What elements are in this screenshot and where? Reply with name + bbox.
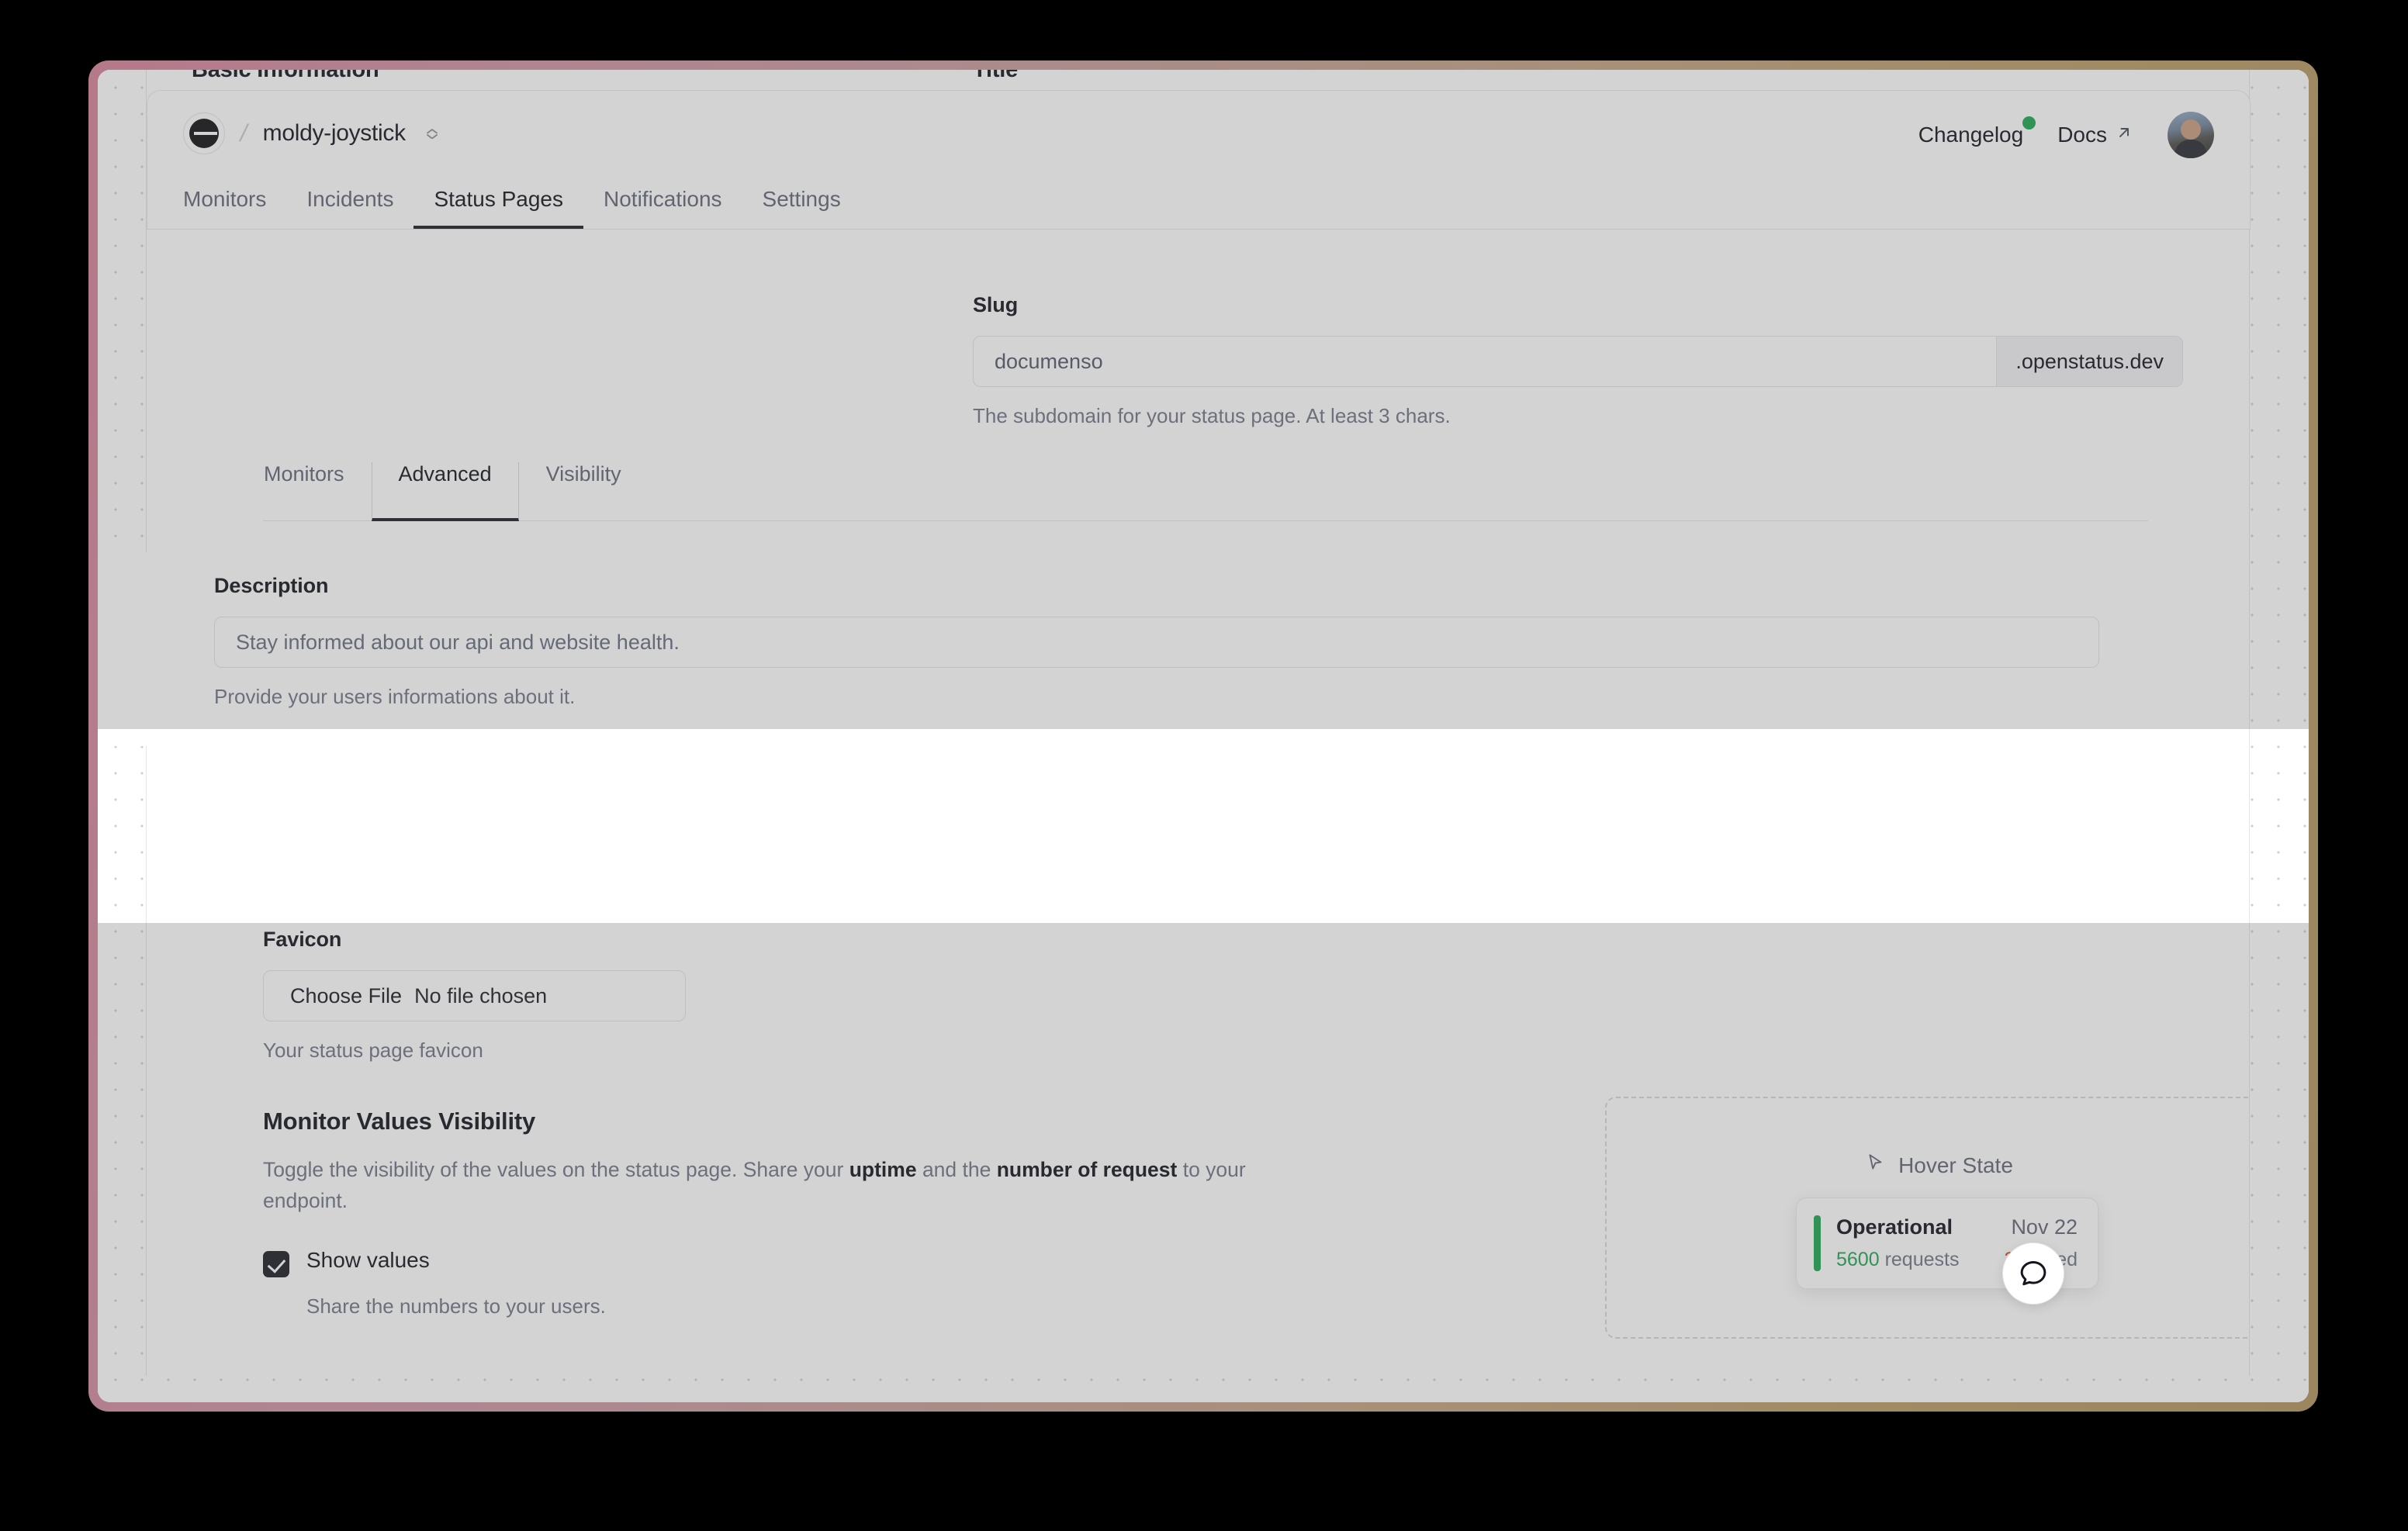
docs-label: Docs	[2057, 123, 2107, 147]
choose-file-button[interactable]: Choose File	[290, 984, 402, 1008]
show-values-checkbox[interactable]	[263, 1250, 289, 1277]
chevron-up-down-icon[interactable]	[424, 128, 440, 139]
title-label: Title	[973, 70, 1019, 82]
tab-settings[interactable]: Settings	[742, 187, 861, 229]
brand-breadcrumb: / moldy-joystick	[183, 108, 440, 159]
show-values-help-text: Share the numbers to your users.	[306, 1294, 606, 1318]
sub-tab-monitors[interactable]: Monitors	[263, 462, 372, 521]
docs-link[interactable]: Docs	[2057, 123, 2133, 147]
changelog-status-dot	[2022, 116, 2036, 130]
header-actions: Changelog Docs	[1918, 112, 2214, 158]
tooltip-status: Operational	[1836, 1215, 1953, 1239]
mvv-desc-bold-requests: number of request	[996, 1158, 1178, 1181]
tooltip-requests: 5600 requests	[1836, 1249, 1959, 1271]
mvv-desc-part2: and the	[916, 1158, 997, 1181]
monitor-values-title: Monitor Values Visibility	[263, 1108, 536, 1135]
settings-sub-tabs: Monitors Advanced Visibility	[263, 462, 2148, 521]
tooltip-requests-count: 5600	[1836, 1249, 1880, 1270]
tooltip-requests-label: requests	[1884, 1249, 1960, 1270]
page-body: Slug documenso .openstatus.dev The subdo…	[147, 230, 2249, 1376]
favicon-help-text: Your status page favicon	[263, 1039, 483, 1062]
slug-field-group: Slug documenso .openstatus.dev The subdo…	[973, 293, 2183, 428]
app-window: Basic Information Title / moldy-joystick	[98, 70, 2309, 1402]
slug-input-wrapper[interactable]: documenso .openstatus.dev	[973, 336, 2183, 387]
hover-state-preview-box: Hover State Operational Nov 22 5600 requ	[1605, 1097, 2249, 1339]
mvv-desc-bold-uptime: uptime	[849, 1158, 917, 1181]
description-input[interactable]: Stay informed about our api and website …	[214, 617, 2099, 668]
description-help-text: Provide your users informations about it…	[214, 685, 576, 708]
chat-bubble-icon[interactable]	[2002, 1242, 2064, 1305]
monitor-values-visibility-group: Monitor Values Visibility Toggle the vis…	[263, 1108, 1318, 1318]
basic-information-label: Basic Information	[192, 70, 379, 82]
sub-tab-visibility[interactable]: Visibility	[519, 462, 649, 521]
sub-tab-advanced[interactable]: Advanced	[371, 462, 519, 521]
show-values-label: Show values	[306, 1247, 430, 1272]
slug-domain-suffix: .openstatus.dev	[1996, 337, 2182, 386]
description-label: Description	[214, 574, 329, 597]
cutoff-labels-row: Basic Information Title	[147, 70, 2249, 90]
main-navigation-tabs: Monitors Incidents Status Pages Notifica…	[183, 175, 861, 229]
tooltip-date: Nov 22	[2011, 1215, 2078, 1239]
changelog-label: Changelog	[1918, 123, 2024, 147]
app-gradient-frame: Basic Information Title / moldy-joystick	[88, 60, 2318, 1412]
tab-notifications[interactable]: Notifications	[583, 187, 742, 229]
favicon-field-group: Favicon Choose File No file chosen Your …	[263, 928, 1039, 1063]
slug-help-text: The subdomain for your status page. At l…	[973, 404, 1451, 427]
arrow-up-right-icon	[2115, 123, 2133, 147]
changelog-link[interactable]: Changelog	[1918, 116, 2036, 147]
description-spotlight-band: Description Stay informed about our api …	[98, 552, 2202, 746]
tab-status-pages[interactable]: Status Pages	[413, 187, 584, 229]
file-status-text: No file chosen	[414, 983, 548, 1007]
tab-monitors[interactable]: Monitors	[163, 187, 286, 229]
breadcrumb-separator: /	[237, 119, 251, 147]
status-color-bar	[1814, 1215, 1821, 1271]
monitor-values-description: Toggle the visibility of the values on t…	[263, 1154, 1303, 1217]
app-header: / moldy-joystick Changelog Docs Monitors…	[147, 90, 2251, 230]
favicon-file-input[interactable]: Choose File No file chosen	[263, 970, 686, 1021]
openstatus-logo-icon[interactable]	[183, 112, 225, 154]
slug-label: Slug	[973, 293, 1019, 316]
hover-state-label-row: Hover State	[1607, 1153, 2249, 1178]
workspace-name[interactable]: moldy-joystick	[263, 120, 406, 147]
mvv-desc-part1: Toggle the visibility of the values on t…	[263, 1158, 849, 1181]
cursor-pointer-icon	[1866, 1153, 1886, 1178]
show-values-checkbox-row[interactable]: Show values	[263, 1248, 1318, 1277]
favicon-label: Favicon	[263, 928, 342, 951]
slug-input[interactable]: documenso	[974, 337, 1996, 386]
avatar[interactable]	[2168, 112, 2214, 158]
hover-state-text: Hover State	[1898, 1153, 2013, 1177]
description-field-group: Description Stay informed about our api …	[214, 574, 2099, 709]
tab-incidents[interactable]: Incidents	[286, 187, 413, 229]
